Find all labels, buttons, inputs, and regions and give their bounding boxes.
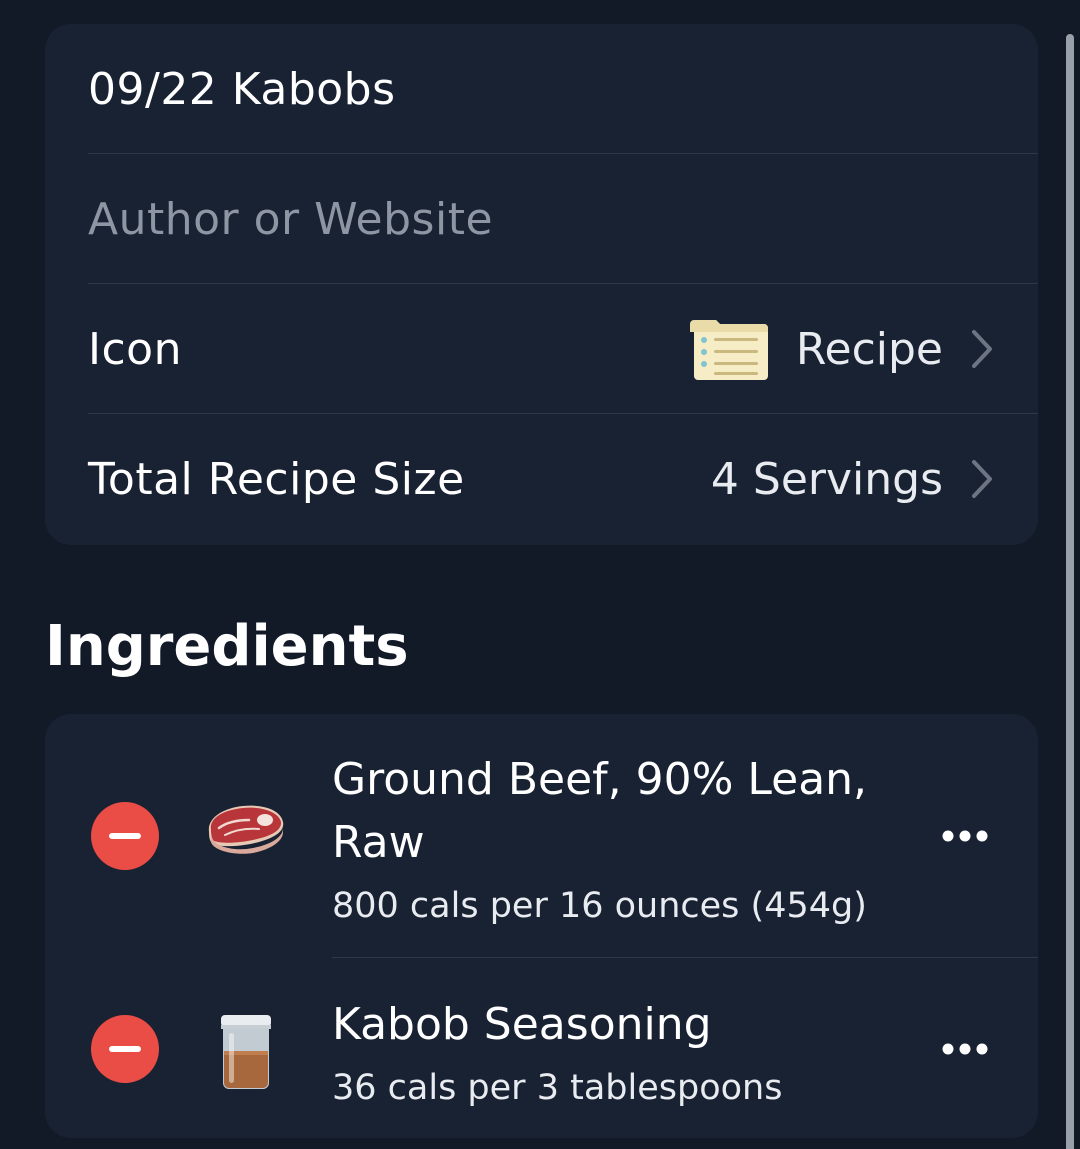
- recipe-title-text[interactable]: 09/22 Kabobs: [88, 64, 396, 115]
- icon-row[interactable]: Icon Recipe: [88, 284, 1038, 414]
- ingredient-calories: 800 cals per 16 ounces (454g): [332, 886, 867, 926]
- more-options-icon[interactable]: [942, 829, 988, 843]
- ingredient-calories: 36 cals per 3 tablespoons: [332, 1068, 783, 1108]
- scrollbar[interactable]: [1066, 34, 1074, 1149]
- ingredient-name: Kabob Seasoning: [332, 999, 712, 1050]
- remove-ingredient-button[interactable]: [91, 802, 159, 870]
- ingredient-row[interactable]: Kabob Seasoning 36 cals per 3 tablespoon…: [45, 957, 1038, 1138]
- steak-icon: [208, 805, 284, 854]
- ingredient-text: Kabob Seasoning 36 cals per 3 tablespoon…: [332, 993, 892, 1114]
- recipe-size-value: 4 Servings: [710, 453, 943, 505]
- icon-label: Icon: [88, 323, 182, 375]
- icon-value-group[interactable]: Recipe: [689, 284, 993, 414]
- recipe-size-value-group[interactable]: 4 Servings: [711, 414, 993, 544]
- ingredients-card: Ground Beef, 90% Lean, Raw 800 cals per …: [45, 714, 1038, 1138]
- recipe-details-card: 09/22 Kabobs Author or Website Icon Reci…: [45, 24, 1038, 545]
- icon-value: Recipe: [795, 323, 943, 375]
- ingredient-text: Ground Beef, 90% Lean, Raw 800 cals per …: [332, 748, 892, 932]
- ingredient-name: Ground Beef, 90% Lean, Raw: [332, 754, 868, 868]
- more-options-icon[interactable]: [942, 1042, 988, 1056]
- recipe-size-label: Total Recipe Size: [88, 453, 465, 505]
- recipe-card-icon: [689, 320, 768, 380]
- recipe-size-row[interactable]: Total Recipe Size 4 Servings: [88, 414, 1038, 544]
- chevron-right-icon: [972, 330, 992, 368]
- recipe-editor-screen: 09/22 Kabobs Author or Website Icon Reci…: [0, 0, 1080, 1149]
- recipe-title-field[interactable]: 09/22 Kabobs: [88, 24, 1038, 154]
- spice-jar-icon: [221, 1015, 271, 1089]
- chevron-right-icon: [972, 460, 992, 498]
- remove-ingredient-button[interactable]: [91, 1015, 159, 1083]
- author-placeholder[interactable]: Author or Website: [88, 194, 493, 245]
- ingredients-heading: Ingredients: [45, 614, 409, 679]
- author-field[interactable]: Author or Website: [88, 154, 1038, 284]
- ingredient-row[interactable]: Ground Beef, 90% Lean, Raw 800 cals per …: [45, 714, 1038, 957]
